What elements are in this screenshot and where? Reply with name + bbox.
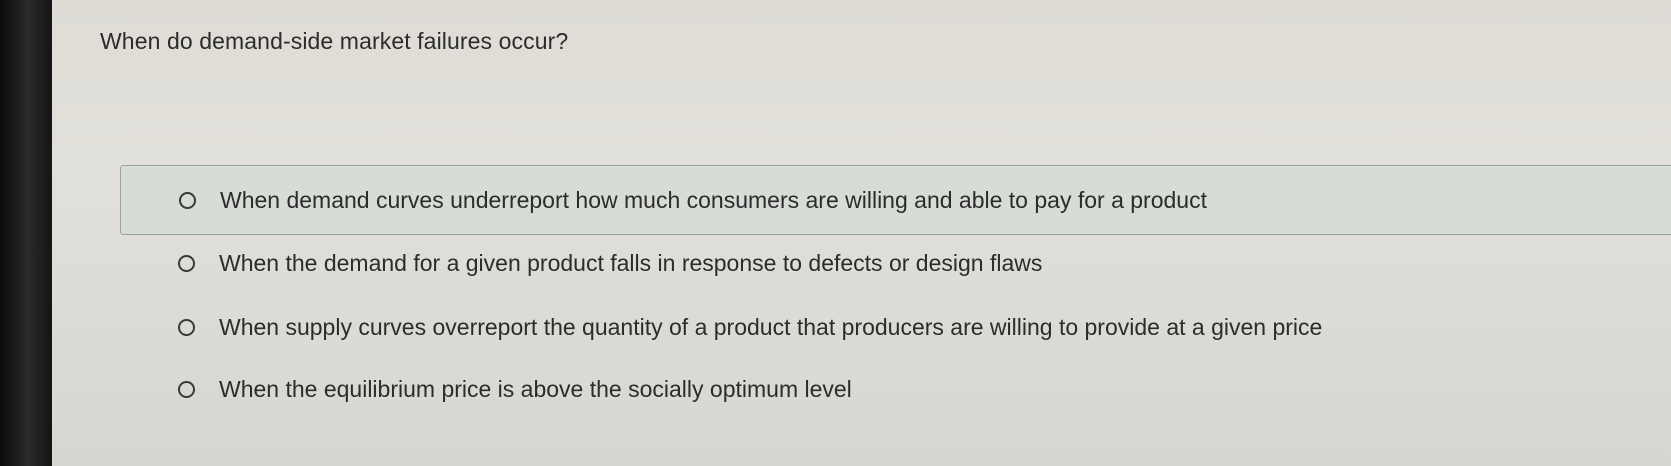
answer-option-label: When the equilibrium price is above the … xyxy=(219,375,852,402)
answer-option-1[interactable]: When demand curves underreport how much … xyxy=(120,165,1671,235)
quiz-page: When do demand-side market failures occu… xyxy=(52,0,1671,466)
radio-button-icon[interactable] xyxy=(179,191,196,209)
screen-bezel xyxy=(0,0,52,466)
answer-option-4[interactable]: When the equilibrium price is above the … xyxy=(120,355,1671,423)
radio-button-icon[interactable] xyxy=(178,318,195,336)
radio-button-icon[interactable] xyxy=(178,254,195,272)
radio-button-icon[interactable] xyxy=(178,380,195,398)
answer-option-label: When demand curves underreport how much … xyxy=(220,186,1207,213)
answer-options: When demand curves underreport how much … xyxy=(52,0,1671,466)
answer-option-label: When the demand for a given product fall… xyxy=(219,249,1043,276)
answer-option-3[interactable]: When supply curves overreport the quanti… xyxy=(120,293,1671,361)
answer-option-label: When supply curves overreport the quanti… xyxy=(219,313,1323,340)
answer-option-2[interactable]: When the demand for a given product fall… xyxy=(120,229,1671,297)
